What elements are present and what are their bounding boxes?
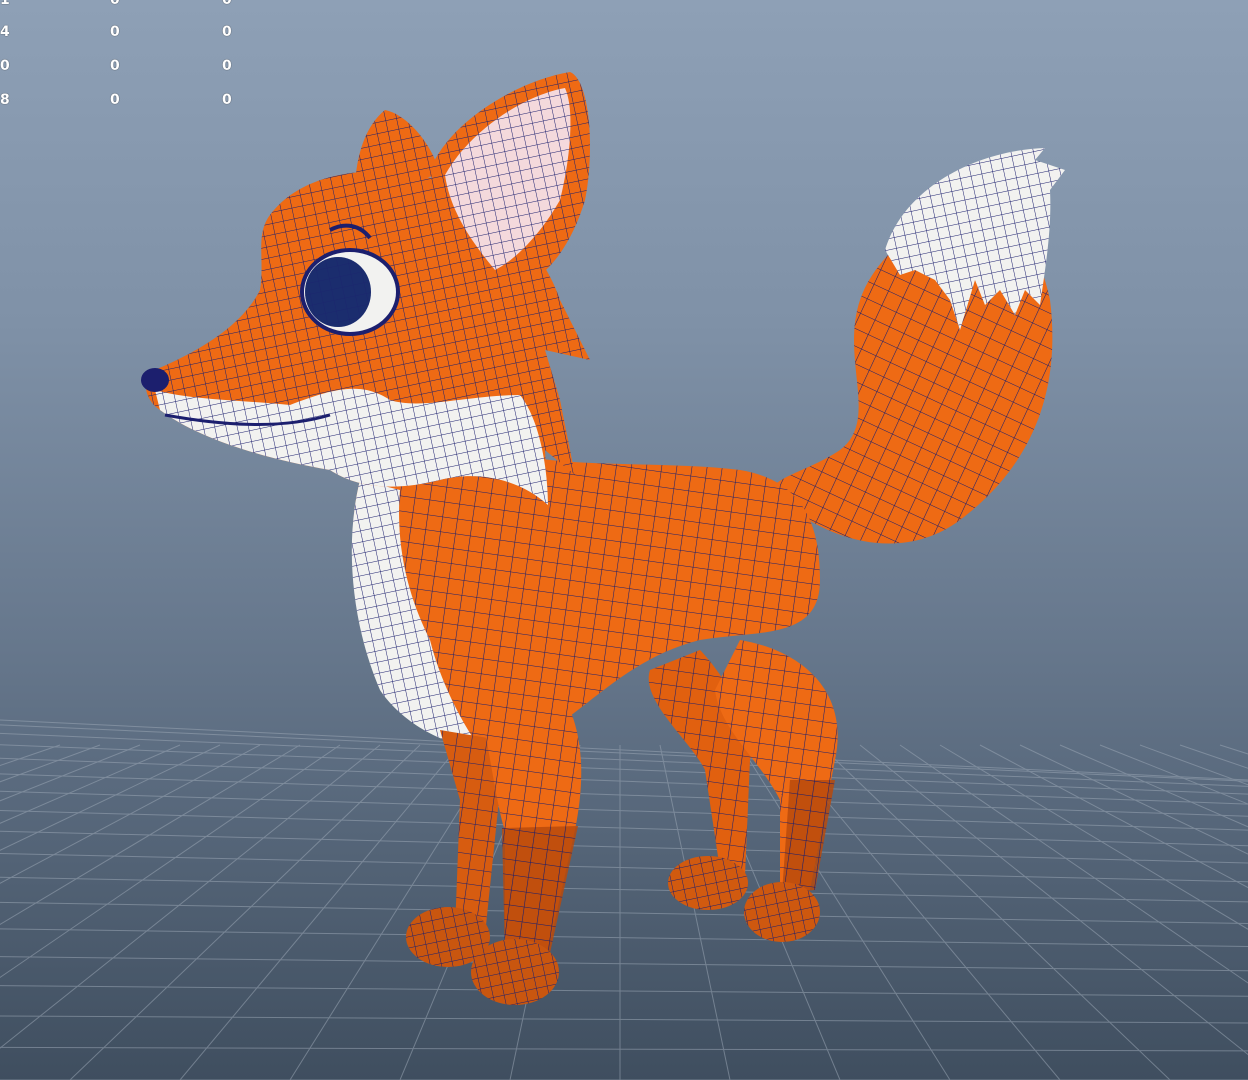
hud-value: 0 bbox=[222, 92, 232, 108]
hud-value: 0 bbox=[110, 24, 120, 40]
hud-value: 0 bbox=[222, 58, 232, 74]
tail bbox=[770, 148, 1065, 544]
hud-readout: 1 0 0 4 0 0 0 0 0 8 0 0 bbox=[0, 0, 260, 120]
hud-value: 0 bbox=[110, 92, 120, 108]
hud-value: 0 bbox=[0, 58, 10, 74]
hud-value: 4 bbox=[0, 24, 10, 40]
hud-value: 8 bbox=[0, 92, 10, 108]
nose bbox=[141, 368, 169, 392]
hud-value: 1 bbox=[0, 0, 10, 8]
hud-value: 0 bbox=[110, 58, 120, 74]
hud-value: 0 bbox=[110, 0, 120, 8]
3d-viewport[interactable]: 1 0 0 4 0 0 0 0 0 8 0 0 bbox=[0, 0, 1248, 1080]
fox-model[interactable] bbox=[0, 0, 1248, 1080]
front-leg-left bbox=[406, 730, 500, 967]
hud-value: 0 bbox=[222, 0, 232, 8]
head bbox=[141, 72, 590, 506]
hud-value: 0 bbox=[222, 24, 232, 40]
